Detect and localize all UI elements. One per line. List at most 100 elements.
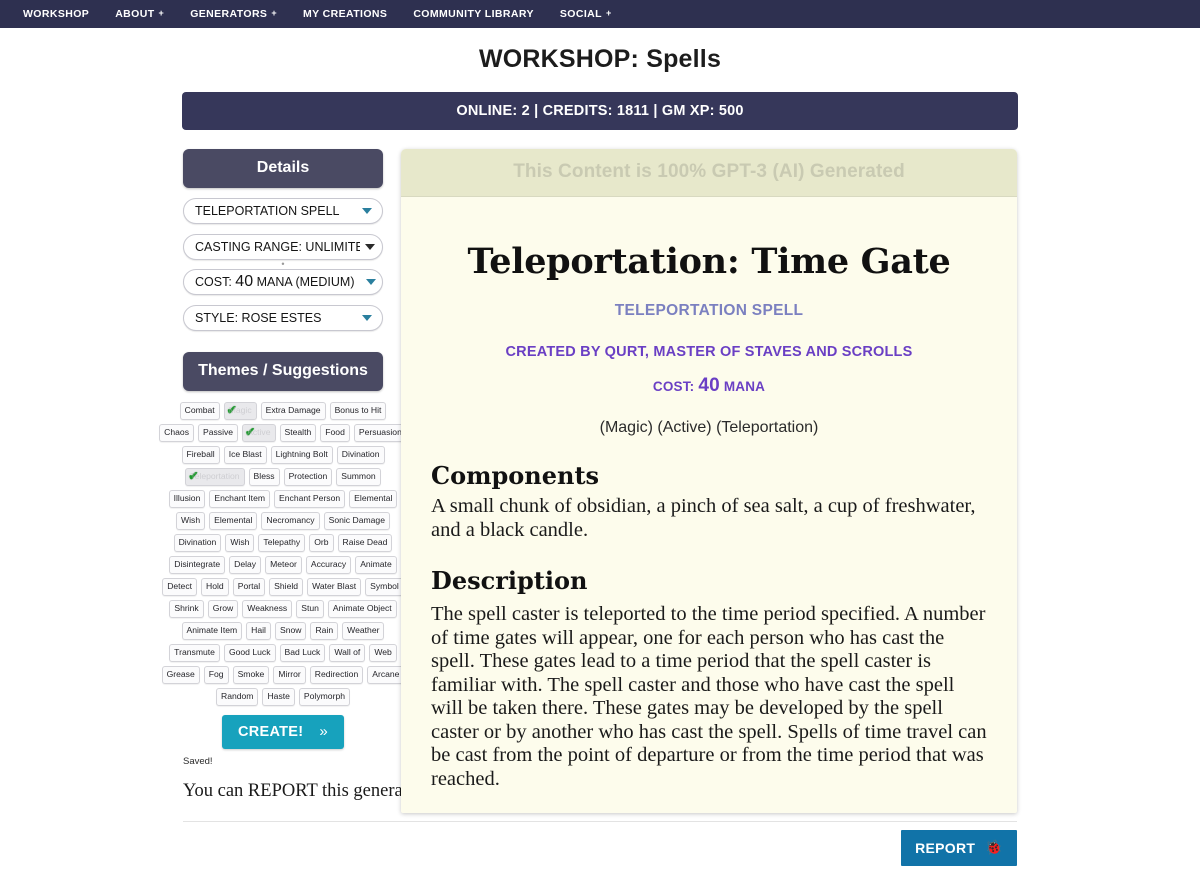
- nav-item-community-library[interactable]: COMMUNITY LIBRARY: [400, 0, 547, 28]
- theme-tag-persuasion[interactable]: Persuasion: [353, 424, 407, 442]
- theme-tag-stealth[interactable]: Stealth: [279, 424, 317, 442]
- cost-select[interactable]: COST: 40 MANA (MEDIUM): [183, 269, 383, 295]
- theme-tag-raise-dead[interactable]: Raise Dead: [337, 534, 393, 552]
- nav-item-social[interactable]: SOCIAL +: [547, 0, 625, 28]
- chevron-down-icon: +: [605, 8, 612, 18]
- theme-tag-lightning-bolt[interactable]: Lightning Bolt: [270, 446, 333, 464]
- theme-tag-wall-of[interactable]: Wall of: [329, 644, 366, 662]
- tag-row: Wish Elemental Necromancy Sonic Damage: [176, 512, 390, 530]
- theme-tag-label: Good Luck: [228, 647, 271, 657]
- theme-tag-extra-damage[interactable]: Extra Damage: [260, 402, 326, 420]
- spell-type-select[interactable]: TELEPORTATION SPELL: [183, 198, 383, 224]
- theme-tag-ice-blast[interactable]: Ice Blast: [223, 446, 267, 464]
- theme-tag-mirror[interactable]: Mirror: [273, 666, 306, 684]
- theme-tag-grease[interactable]: Grease: [161, 666, 200, 684]
- theme-tag-meteor[interactable]: Meteor: [265, 556, 302, 574]
- theme-tag-food[interactable]: Food: [320, 424, 350, 442]
- themes-panel-header[interactable]: Themes / Suggestions: [183, 352, 383, 391]
- theme-tag-divination[interactable]: Divination: [336, 446, 385, 464]
- theme-tag-magic[interactable]: ✔ Magic: [223, 402, 257, 420]
- theme-tag-orb[interactable]: Orb: [309, 534, 334, 552]
- theme-tag-fog[interactable]: Fog: [203, 666, 229, 684]
- cost-value: 40: [235, 273, 254, 290]
- theme-tag-active[interactable]: ✔ Active: [242, 424, 276, 442]
- theme-tag-label: Raise Dead: [342, 537, 388, 547]
- theme-tag-web[interactable]: Web: [369, 644, 397, 662]
- theme-tag-wish[interactable]: Wish: [225, 534, 255, 552]
- create-button[interactable]: CREATE! »: [221, 715, 345, 749]
- theme-tag-bonus-to-hit[interactable]: Bonus to Hit: [329, 402, 387, 420]
- theme-tag-bad-luck[interactable]: Bad Luck: [279, 644, 326, 662]
- nav-item-workshop[interactable]: WORKSHOP: [10, 0, 102, 28]
- theme-tag-enchant-item[interactable]: Enchant Item: [209, 490, 271, 508]
- theme-tag-animate[interactable]: Animate: [355, 556, 397, 574]
- tag-row: Detect Hold Portal Shield Water Blast Symbol: [162, 578, 404, 596]
- theme-tag-label: Meteor: [270, 559, 297, 569]
- theme-tag-label: Smoke: [237, 669, 265, 679]
- theme-tag-rain[interactable]: Rain: [310, 622, 339, 640]
- theme-tag-symbol[interactable]: Symbol: [365, 578, 404, 596]
- theme-tag-snow[interactable]: Snow: [274, 622, 307, 640]
- tag-row: Shrink Grow Weakness Stun Animate Object: [169, 600, 397, 618]
- theme-tag-enchant-person[interactable]: Enchant Person: [274, 490, 346, 508]
- theme-tag-hold[interactable]: Hold: [201, 578, 229, 596]
- theme-tag-good-luck[interactable]: Good Luck: [223, 644, 276, 662]
- style-label: STYLE: ROSE ESTES: [195, 311, 322, 325]
- theme-tag-necromancy[interactable]: Necromancy: [261, 512, 320, 530]
- theme-tag-label: Animate Item: [186, 625, 238, 635]
- theme-tag-illusion[interactable]: Illusion: [168, 490, 206, 508]
- theme-tag-label: Random: [220, 691, 254, 701]
- theme-tag-detect[interactable]: Detect: [162, 578, 198, 596]
- theme-tag-water-blast[interactable]: Water Blast: [307, 578, 362, 596]
- theme-tag-hail[interactable]: Hail: [246, 622, 271, 640]
- theme-tag-wish[interactable]: Wish: [176, 512, 206, 530]
- chevron-down-icon: [362, 315, 372, 321]
- theme-tag-fireball[interactable]: Fireball: [181, 446, 220, 464]
- theme-tag-label: Food: [325, 427, 345, 437]
- theme-tag-sonic-damage[interactable]: Sonic Damage: [323, 512, 390, 530]
- theme-tag-delay[interactable]: Delay: [229, 556, 262, 574]
- theme-tag-bless[interactable]: Bless: [248, 468, 280, 486]
- theme-tag-chaos[interactable]: Chaos: [159, 424, 194, 442]
- theme-tag-protection[interactable]: Protection: [283, 468, 333, 486]
- theme-tag-weakness[interactable]: Weakness: [242, 600, 293, 618]
- theme-tag-combat[interactable]: Combat: [179, 402, 220, 420]
- details-panel-header[interactable]: Details: [183, 149, 383, 188]
- theme-tag-redirection[interactable]: Redirection: [309, 666, 364, 684]
- theme-tag-elemental[interactable]: Elemental: [349, 490, 398, 508]
- casting-range-select[interactable]: CASTING RANGE: UNLIMITED: [183, 234, 383, 260]
- theme-tag-weather[interactable]: Weather: [342, 622, 385, 640]
- theme-tag-divination[interactable]: Divination: [173, 534, 222, 552]
- spell-card-body: Teleportation: Time Gate TELEPORTATION S…: [401, 197, 1017, 791]
- theme-tag-portal[interactable]: Portal: [232, 578, 266, 596]
- theme-tag-animate-object[interactable]: Animate Object: [327, 600, 397, 618]
- style-select[interactable]: STYLE: ROSE ESTES: [183, 305, 383, 331]
- theme-tag-random[interactable]: Random: [215, 688, 259, 706]
- nav-item-my-creations[interactable]: MY CREATIONS: [290, 0, 400, 28]
- theme-tag-label: Detect: [167, 581, 193, 591]
- theme-tag-telepathy[interactable]: Telepathy: [258, 534, 306, 552]
- nav-item-generators[interactable]: GENERATORS +: [177, 0, 290, 28]
- theme-tag-stun[interactable]: Stun: [296, 600, 324, 618]
- theme-tag-label: Stun: [301, 603, 319, 613]
- theme-tag-passive[interactable]: Passive: [198, 424, 239, 442]
- theme-tag-summon[interactable]: Summon: [336, 468, 381, 486]
- theme-tag-animate-item[interactable]: Animate Item: [181, 622, 243, 640]
- nav-item-about[interactable]: ABOUT +: [102, 0, 177, 28]
- theme-tag-arcane[interactable]: Arcane: [367, 666, 405, 684]
- theme-tag-accuracy[interactable]: Accuracy: [305, 556, 352, 574]
- theme-tag-smoke[interactable]: Smoke: [232, 666, 270, 684]
- report-button[interactable]: REPORT 🐞: [901, 830, 1017, 866]
- theme-tag-label: Protection: [288, 471, 328, 481]
- theme-tag-teleportation[interactable]: ✔ Teleportation: [185, 468, 245, 486]
- theme-tag-haste[interactable]: Haste: [262, 688, 295, 706]
- theme-tag-elemental[interactable]: Elemental: [209, 512, 258, 530]
- sidebar: Details TELEPORTATION SPELL CASTING RANG…: [159, 149, 625, 813]
- theme-tag-disintegrate[interactable]: Disintegrate: [169, 556, 226, 574]
- theme-tag-shrink[interactable]: Shrink: [169, 600, 204, 618]
- theme-tag-shield[interactable]: Shield: [269, 578, 304, 596]
- tag-row: Transmute Good Luck Bad Luck Wall of Web: [169, 644, 397, 662]
- theme-tag-grow[interactable]: Grow: [207, 600, 239, 618]
- theme-tag-polymorph[interactable]: Polymorph: [298, 688, 350, 706]
- theme-tag-transmute[interactable]: Transmute: [169, 644, 220, 662]
